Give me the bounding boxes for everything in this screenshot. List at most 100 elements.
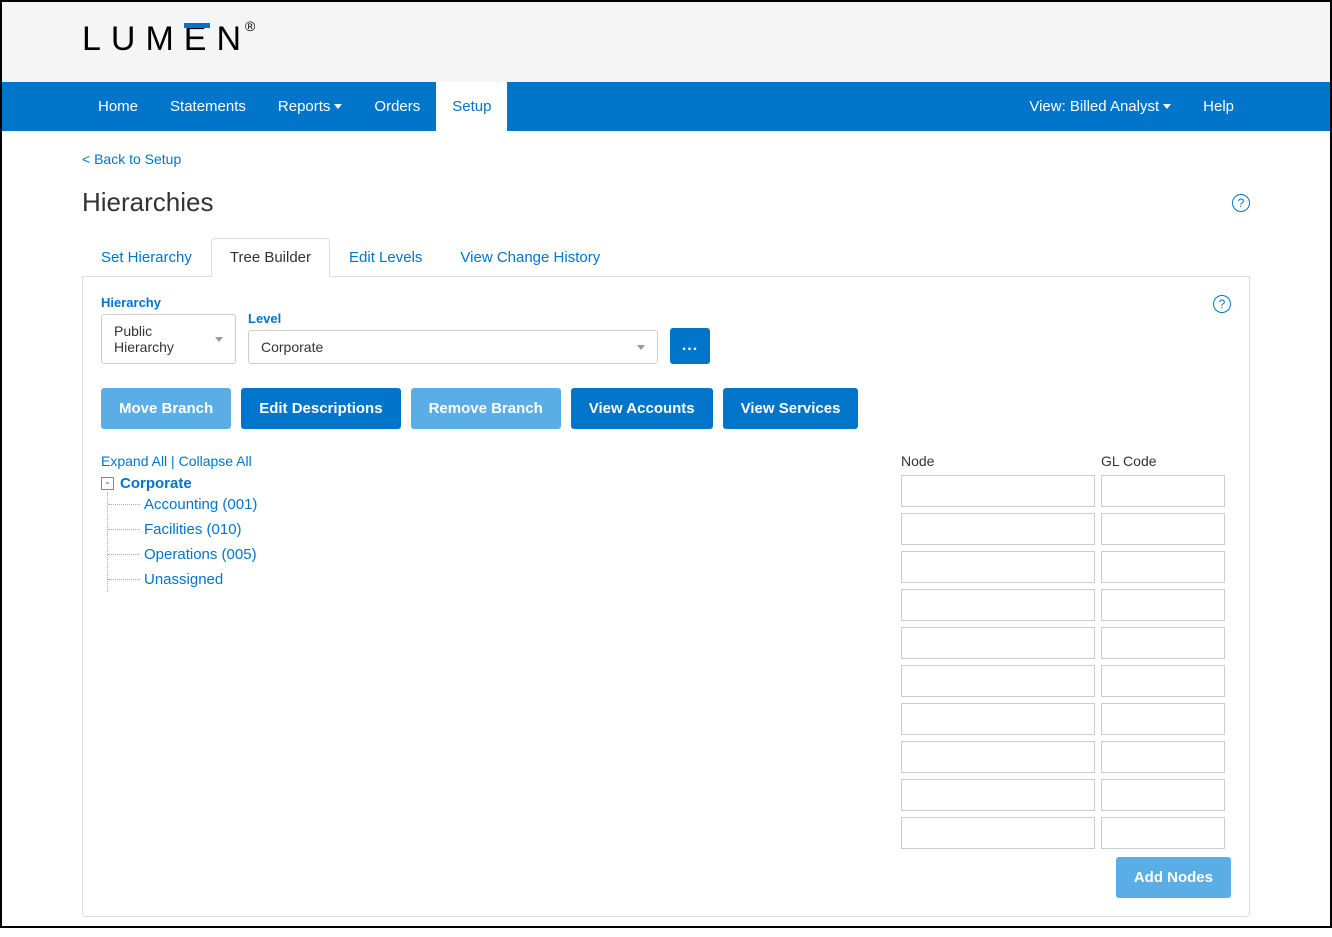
gl-code-input[interactable] [1101, 589, 1225, 621]
logo-text: LUMEN [82, 20, 251, 58]
nav-home-label: Home [98, 98, 138, 115]
tree-root: - Corporate [101, 475, 861, 492]
tree-children: Accounting (001) Facilities (010) Operat… [107, 492, 861, 592]
nav-home[interactable]: Home [82, 82, 154, 131]
node-input[interactable] [901, 513, 1095, 545]
nav-view-selector[interactable]: View: Billed Analyst [1013, 82, 1187, 131]
expand-collapse: Expand All | Collapse All [101, 453, 861, 469]
tree-link-operations[interactable]: Operations (005) [144, 546, 257, 563]
button-row: Move Branch Edit Descriptions Remove Bra… [101, 388, 1231, 429]
tree-child-unassigned: Unassigned [108, 567, 861, 592]
node-row [901, 741, 1231, 773]
nav-reports-label: Reports [278, 98, 331, 115]
edit-descriptions-button[interactable]: Edit Descriptions [241, 388, 400, 429]
gl-code-input[interactable] [1101, 665, 1225, 697]
gl-code-input[interactable] [1101, 513, 1225, 545]
move-branch-button[interactable]: Move Branch [101, 388, 231, 429]
tab-set-hierarchy[interactable]: Set Hierarchy [82, 238, 211, 277]
node-input[interactable] [901, 551, 1095, 583]
node-rows [901, 475, 1231, 849]
chevron-down-icon [1163, 104, 1171, 109]
nav-right: View: Billed Analyst Help [1013, 82, 1250, 131]
tree-link-accounting[interactable]: Accounting (001) [144, 496, 257, 513]
chevron-down-icon [334, 104, 342, 109]
nav-orders[interactable]: Orders [358, 82, 436, 131]
back-to-setup-link[interactable]: < Back to Setup [82, 151, 1250, 167]
hierarchy-control: Hierarchy Public Hierarchy [101, 295, 236, 364]
node-input[interactable] [901, 817, 1095, 849]
nav-reports[interactable]: Reports [262, 82, 359, 131]
tree-child-operations: Operations (005) [108, 542, 861, 567]
view-accounts-button[interactable]: View Accounts [571, 388, 713, 429]
remove-branch-button[interactable]: Remove Branch [411, 388, 561, 429]
navbar: Home Statements Reports Orders Setup Vie… [2, 82, 1330, 131]
panel-help-icon[interactable]: ? [1213, 295, 1231, 313]
help-icon[interactable]: ? [1232, 194, 1250, 212]
node-input[interactable] [901, 665, 1095, 697]
gl-column-header: GL Code [1101, 453, 1225, 469]
level-value: Corporate [261, 339, 323, 355]
separator: | [167, 453, 178, 469]
tree-root-label[interactable]: Corporate [120, 475, 192, 492]
node-input[interactable] [901, 703, 1095, 735]
node-row [901, 703, 1231, 735]
tree-link-unassigned[interactable]: Unassigned [144, 571, 223, 588]
tab-view-change-history[interactable]: View Change History [441, 238, 619, 277]
level-control: Level Corporate [248, 311, 658, 364]
hierarchy-value: Public Hierarchy [114, 323, 211, 355]
nav-setup-label: Setup [452, 98, 491, 115]
node-input[interactable] [901, 779, 1095, 811]
node-row [901, 589, 1231, 621]
nav-left: Home Statements Reports Orders Setup [82, 82, 507, 131]
lower-row: Expand All | Collapse All - Corporate Ac… [101, 453, 1231, 898]
nav-setup[interactable]: Setup [436, 82, 507, 131]
gl-code-input[interactable] [1101, 741, 1225, 773]
node-row [901, 779, 1231, 811]
gl-code-input[interactable] [1101, 475, 1225, 507]
nav-help[interactable]: Help [1187, 82, 1250, 131]
content: < Back to Setup Hierarchies ? Set Hierar… [2, 131, 1330, 937]
collapse-all-link[interactable]: Collapse All [179, 453, 252, 469]
hierarchy-dropdown[interactable]: Public Hierarchy [101, 314, 236, 364]
nav-statements[interactable]: Statements [154, 82, 262, 131]
node-row [901, 475, 1231, 507]
gl-code-input[interactable] [1101, 703, 1225, 735]
tree-section: Expand All | Collapse All - Corporate Ac… [101, 453, 861, 898]
level-label: Level [248, 311, 658, 326]
tabs: Set Hierarchy Tree Builder Edit Levels V… [82, 238, 1250, 277]
gl-code-input[interactable] [1101, 817, 1225, 849]
tree-link-facilities[interactable]: Facilities (010) [144, 521, 242, 538]
controls-row: Hierarchy Public Hierarchy Level Corpora… [101, 295, 1231, 364]
node-input[interactable] [901, 475, 1095, 507]
expand-all-link[interactable]: Expand All [101, 453, 167, 469]
chevron-down-icon [215, 337, 223, 342]
node-column-header: Node [901, 453, 1095, 469]
node-row [901, 665, 1231, 697]
gl-code-input[interactable] [1101, 779, 1225, 811]
nav-view-label: View: Billed Analyst [1029, 98, 1159, 115]
tab-edit-levels[interactable]: Edit Levels [330, 238, 441, 277]
tab-tree-builder[interactable]: Tree Builder [211, 238, 330, 277]
panel: ? Hierarchy Public Hierarchy Level Corpo… [82, 277, 1250, 917]
node-form: Node GL Code Add Nodes [901, 453, 1231, 898]
node-form-headers: Node GL Code [901, 453, 1231, 469]
node-row [901, 817, 1231, 849]
node-input[interactable] [901, 589, 1095, 621]
gl-code-input[interactable] [1101, 627, 1225, 659]
tree-toggle-icon[interactable]: - [101, 477, 114, 490]
node-input[interactable] [901, 741, 1095, 773]
page-title-row: Hierarchies ? [82, 187, 1250, 218]
view-services-button[interactable]: View Services [723, 388, 859, 429]
gl-code-input[interactable] [1101, 551, 1225, 583]
chevron-down-icon [637, 345, 645, 350]
add-nodes-button[interactable]: Add Nodes [1116, 857, 1231, 898]
logo: LUMEN® [82, 20, 261, 59]
node-row [901, 627, 1231, 659]
level-dropdown[interactable]: Corporate [248, 330, 658, 364]
hierarchy-label: Hierarchy [101, 295, 236, 310]
more-button[interactable]: ... [670, 328, 710, 364]
node-row [901, 513, 1231, 545]
page-title: Hierarchies [82, 187, 214, 218]
node-row [901, 551, 1231, 583]
node-input[interactable] [901, 627, 1095, 659]
